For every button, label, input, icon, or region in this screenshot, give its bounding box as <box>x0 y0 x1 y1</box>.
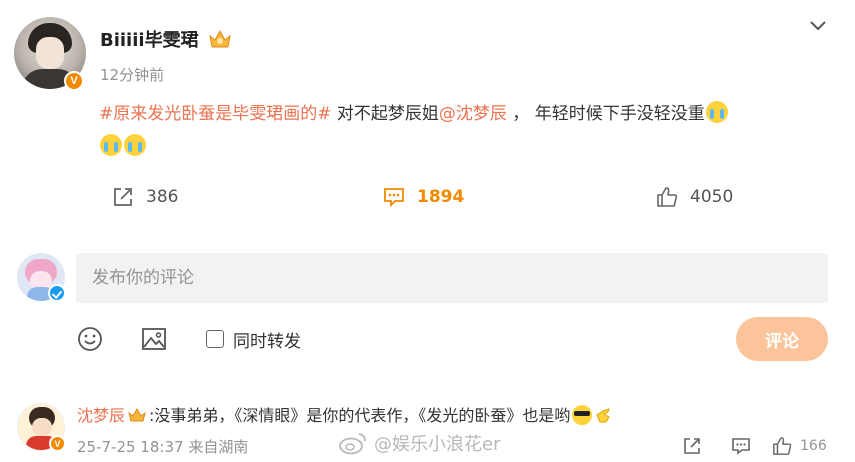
verified-badge-icon: V <box>64 71 84 91</box>
content-text: 对不起梦辰姐 <box>331 104 439 124</box>
image-upload-icon[interactable] <box>141 326 167 352</box>
blue-verified-badge-icon <box>48 284 66 302</box>
thumbs-up-icon <box>773 437 792 455</box>
weibo-logo-icon <box>339 433 366 455</box>
watermark-text: @娱乐小浪花er <box>374 434 501 455</box>
member-crown-icon <box>209 29 231 48</box>
hand-emoji-icon <box>596 408 611 423</box>
reply-date: 25-7-25 18:37 <box>77 438 184 456</box>
thumbs-up-icon <box>657 187 678 207</box>
verified-badge-icon: V <box>49 435 66 452</box>
content-text: ， 年轻时候下手没轻没重 <box>506 104 705 124</box>
crying-emoji-icon <box>705 101 728 123</box>
reply-username[interactable]: 沈梦辰 <box>77 406 125 425</box>
reply-text: :没事弟弟，《深情眼》是你的代表作，《发光的卧蚕》也是哟 <box>149 406 571 425</box>
comment-icon <box>384 188 404 207</box>
watermark: @娱乐小浪花er <box>338 430 500 456</box>
crying-emoji-icon <box>124 134 146 156</box>
repost-icon <box>114 188 132 206</box>
like-button[interactable]: 4050 <box>656 184 733 210</box>
reply-content: 沈梦辰 :没事弟弟，《深情眼》是你的代表作，《发光的卧蚕》也是哟 <box>77 403 612 429</box>
repost-count: 386 <box>146 187 179 207</box>
repost-button[interactable]: 386 <box>112 184 178 210</box>
submit-comment-button[interactable]: 评论 <box>736 317 828 361</box>
mention-link[interactable]: @沈梦辰 <box>439 104 507 124</box>
reply-like-count: 166 <box>800 438 827 454</box>
like-count: 4050 <box>690 187 734 207</box>
reply-meta: 25-7-25 18:37 来自湖南 <box>77 436 248 457</box>
author-username[interactable]: Biiiii毕雯珺 <box>100 26 199 52</box>
share-icon[interactable] <box>683 436 701 456</box>
chevron-down-icon[interactable] <box>808 17 828 35</box>
repost-checkbox-label[interactable]: 同时转发 <box>233 327 301 352</box>
weibo-post: V Biiiii毕雯珺 12分钟前 #原来发光卧蚕是毕雯珺画的# 对不起梦辰姐@… <box>0 0 855 462</box>
topic-link[interactable]: #原来发光卧蚕是毕雯珺画的# <box>99 104 332 124</box>
member-crown-icon <box>128 407 146 422</box>
reply-like-button[interactable]: 166 <box>772 436 827 456</box>
post-content: #原来发光卧蚕是毕雯珺画的# 对不起梦辰姐@沈梦辰 ， 年轻时候下手没轻没重 <box>99 98 829 164</box>
comment-count: 1894 <box>417 187 465 207</box>
emoji-picker-icon[interactable] <box>77 326 103 352</box>
reply-comment-icon[interactable] <box>731 436 751 456</box>
post-timestamp[interactable]: 12分钟前 <box>100 64 164 85</box>
sunglasses-emoji-icon <box>572 405 593 425</box>
comment-button[interactable]: 1894 <box>383 184 464 210</box>
reply-location: 来自湖南 <box>188 438 249 456</box>
crying-emoji-icon <box>100 134 122 156</box>
comment-input[interactable] <box>76 253 828 303</box>
repost-checkbox[interactable] <box>206 330 224 348</box>
